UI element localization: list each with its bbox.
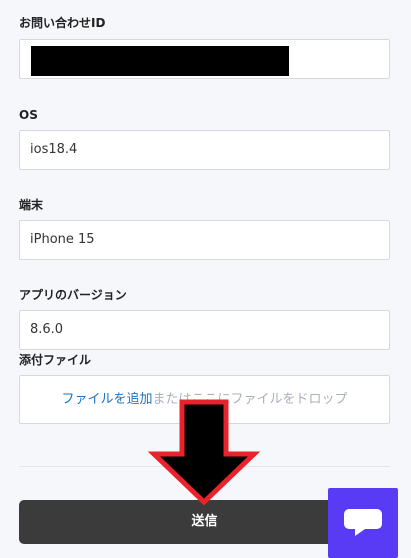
redaction-bar: [31, 46, 289, 76]
os-field[interactable]: ios18.4: [19, 130, 390, 170]
attachment-label: 添付ファイル: [19, 353, 92, 367]
chat-launcher-button[interactable]: [328, 488, 398, 558]
device-label: 端末: [19, 198, 44, 212]
device-field[interactable]: iPhone 15: [19, 220, 390, 260]
arrow-down-icon: [148, 399, 260, 506]
add-file-link[interactable]: ファイルを追加: [61, 392, 152, 407]
inquiry-id-label: お問い合わせID: [19, 16, 106, 30]
chat-bubble-icon: [344, 509, 382, 536]
app-version-field[interactable]: 8.6.0: [19, 310, 390, 350]
app-version-label: アプリのバージョン: [19, 288, 127, 302]
os-label: OS: [19, 108, 38, 122]
